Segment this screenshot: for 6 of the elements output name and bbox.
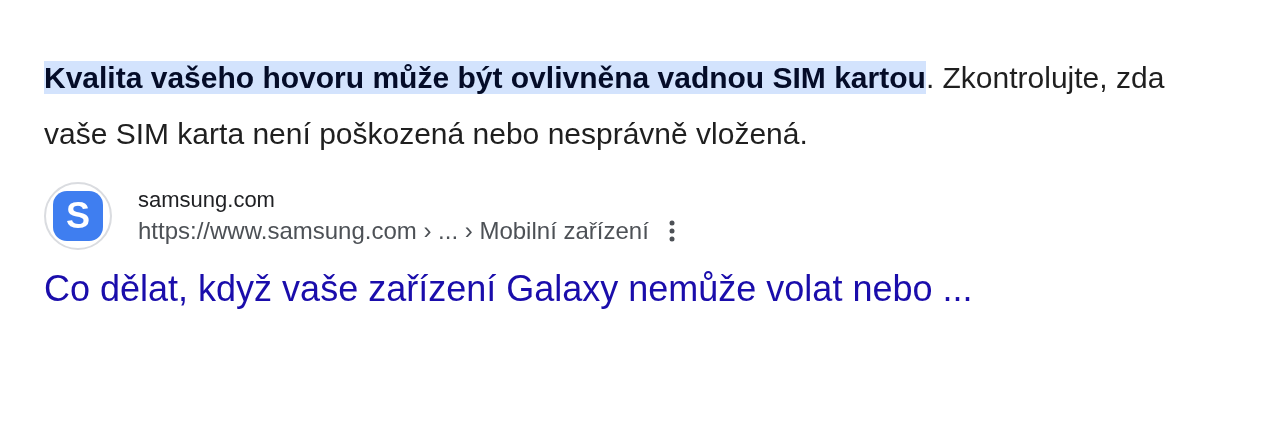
snippet-text: Kvalita vašeho hovoru může být ovlivněna vadnou SIM kartou. Zkontrolujte, zda vaše SIM karta není poškozená nebo nesprávně vložená. (44, 60, 1166, 152)
site-name: samsung.com (138, 187, 276, 213)
site-url: https://www.samsung.com › ... › Mobilní zařízení (138, 217, 649, 245)
site-logo: S (44, 182, 112, 250)
more-options-icon[interactable] (668, 220, 675, 242)
result-title-link[interactable]: Co dělat, když vaše zařízení Galaxy nemůže volat nebo ... (44, 268, 973, 310)
